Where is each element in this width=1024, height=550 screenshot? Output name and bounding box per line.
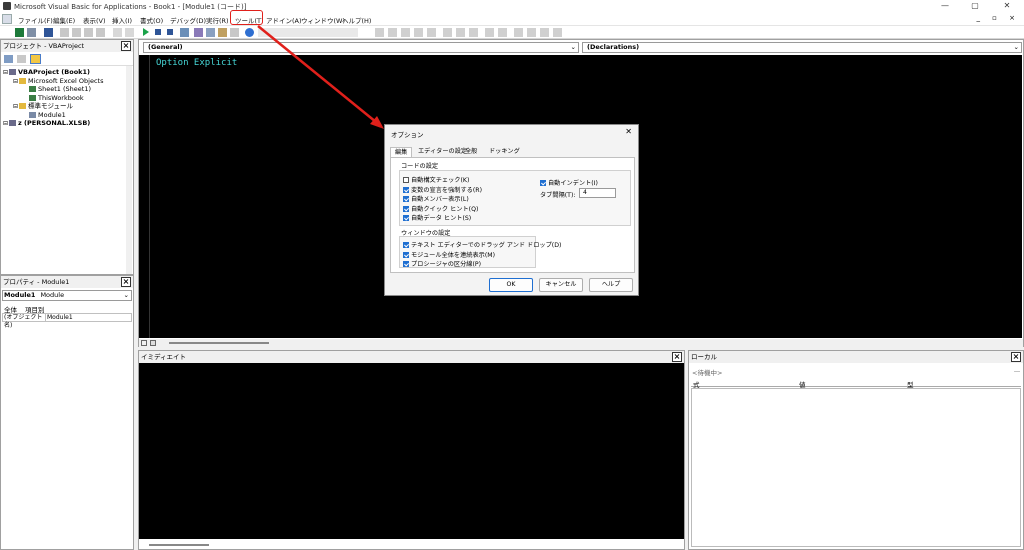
option-row[interactable]: テキスト エディターでのドラッグ アンド ドロップ(D) [403,240,561,250]
help-button[interactable]: ヘルプ [589,278,633,292]
auto-indent-checkbox[interactable] [540,180,546,186]
code-settings-label: コードの設定 [401,163,439,170]
option-row[interactable]: 変数の宣言を強制する(R) [403,185,482,195]
code-options: 自動構文チェック(K) 変数の宣言を強制する(R) 自動メンバー表示(L) 自動クイッ… [403,175,482,223]
option-row[interactable]: モジュール全体を連続表示(M) [403,250,561,260]
option-label: モジュール全体を連続表示(M) [411,251,495,259]
dialog-title: オプション [391,131,424,139]
option-checkbox[interactable] [403,251,409,258]
option-label: プロシージャの区分線(P) [411,261,481,268]
options-dialog: オプション ✕ 編集 エディターの設定 全般 ドッキング コードの設定 自動構文… [384,124,639,296]
option-row[interactable]: 自動メンバー表示(L) [403,194,482,204]
dialog-close-icon[interactable]: ✕ [625,127,632,136]
option-label: 自動メンバー表示(L) [411,196,469,203]
option-label: 自動構文チェック(K) [411,177,470,184]
window-options: テキスト エディターでのドラッグ アンド ドロップ(D) モジュール全体を連続表示… [403,240,561,269]
option-label: テキスト エディターでのドラッグ アンド ドロップ(D) [411,242,562,249]
option-checkbox[interactable] [403,261,409,267]
option-checkbox[interactable] [403,205,409,212]
option-checkbox[interactable] [403,196,409,202]
option-row[interactable]: 自動構文チェック(K) [403,175,482,185]
option-label: 自動クイック ヒント(Q) [411,205,479,213]
option-label: 自動データ ヒント(S) [411,215,472,222]
option-checkbox[interactable] [403,186,409,193]
option-label: 変数の宣言を強制する(R) [411,186,483,194]
cancel-button[interactable]: キャンセル [539,278,583,292]
option-row[interactable]: プロシージャの区分線(P) [403,259,561,269]
window-settings-group: テキスト エディターでのドラッグ アンド ドロップ(D) モジュール全体を連続表示… [399,236,561,268]
ok-button[interactable]: OK [489,278,533,292]
option-row[interactable]: 自動クイック ヒント(Q) [403,204,482,214]
option-row[interactable]: 自動データ ヒント(S) [403,213,482,223]
tab-width-label: タブ間隔(T): [540,192,576,199]
option-checkbox[interactable] [403,177,409,183]
tab-panel: コードの設定 自動構文チェック(K) 変数の宣言を強制する(R) 自動メンバー表示(… [390,157,635,273]
auto-indent-option[interactable]: 自動インデント(I) [540,178,598,188]
tab-docking[interactable]: ドッキング [485,147,524,157]
option-checkbox[interactable] [403,215,409,221]
tab-width-input[interactable]: 4 [579,188,616,198]
tab-general[interactable]: 全般 [461,147,481,157]
tab-edit[interactable]: 編集 [390,147,413,157]
option-checkbox[interactable] [403,242,409,248]
code-settings-group: 自動構文チェック(K) 変数の宣言を強制する(R) 自動メンバー表示(L) 自動クイッ… [399,170,631,226]
